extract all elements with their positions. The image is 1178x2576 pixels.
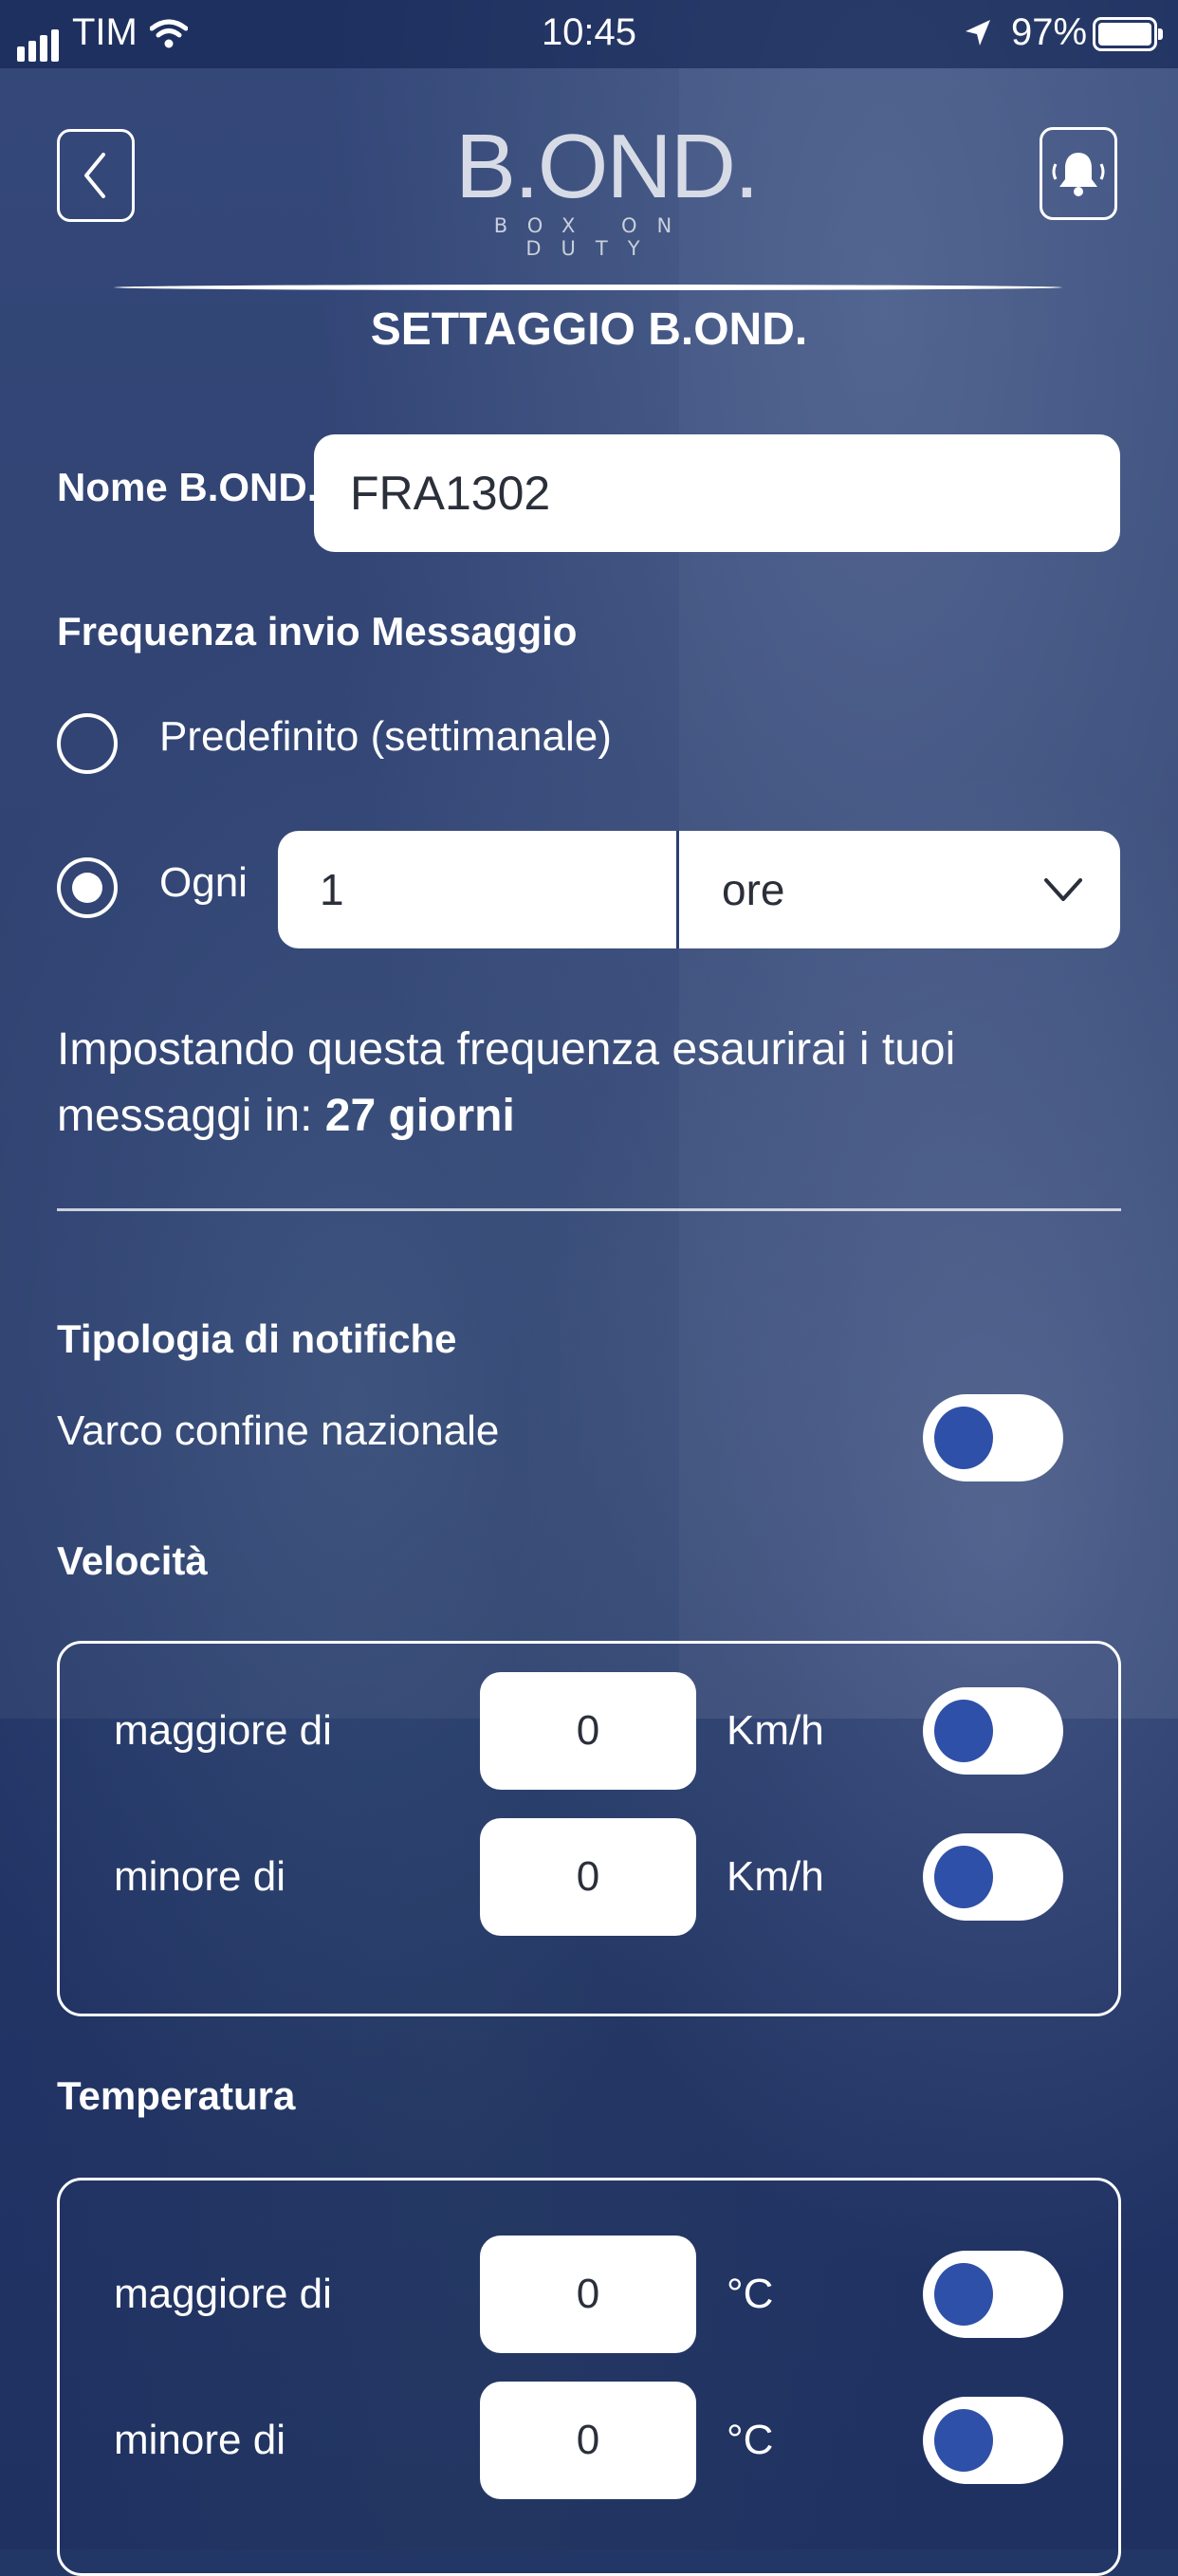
location-arrow-icon (966, 20, 990, 46)
radio-default-label: Predefinito (settimanale) (159, 713, 612, 760)
battery-percent: 97% (1011, 11, 1088, 53)
speed-less-input[interactable]: 0 (480, 1818, 696, 1936)
header-divider (114, 285, 1062, 290)
speed-less-unit: Km/h (727, 1853, 824, 1900)
bond-logo: B.OND. BOX ON DUTY (455, 116, 760, 261)
days-remaining: 27 giorni (324, 1090, 515, 1141)
speed-box: maggiore di 0 Km/h minore di 0 Km/h (57, 1641, 1121, 2016)
battery-icon (1093, 17, 1163, 51)
speed-less-toggle[interactable] (923, 1833, 1063, 1921)
back-button[interactable] (57, 129, 135, 222)
temperature-box: maggiore di 0 °C minore di 0 °C (57, 2178, 1121, 2576)
temperature-less-toggle[interactable] (923, 2397, 1063, 2484)
name-label: Nome B.OND. (57, 465, 319, 509)
temperature-greater-unit: °C (727, 2271, 774, 2317)
frequency-combo: 1 ore (278, 831, 1120, 948)
frequency-value-input[interactable]: 1 (320, 831, 344, 948)
border-crossing-toggle[interactable] (923, 1394, 1063, 1481)
radio-every[interactable] (57, 857, 118, 918)
radio-every-label: Ogni (159, 859, 248, 906)
temperature-label: Temperatura (57, 2073, 296, 2118)
chevron-left-icon (84, 153, 105, 198)
bell-ringing-icon (1052, 153, 1105, 196)
speed-greater-label: maggiore di (114, 1707, 332, 1754)
name-input[interactable]: FRA1302 (314, 434, 1120, 552)
border-crossing-label: Varco confine nazionale (57, 1408, 500, 1454)
page-title: SETTAGGIO B.OND. (370, 304, 808, 355)
radio-default[interactable] (57, 713, 118, 774)
clock: 10:45 (541, 11, 637, 53)
alarm-button[interactable] (1040, 127, 1117, 220)
speed-less-label: minore di (114, 1853, 285, 1900)
frequency-info-text: Impostando questa frequenza esaurirai i … (57, 1024, 956, 1141)
speed-greater-toggle[interactable] (923, 1687, 1063, 1775)
notifications-label: Tipologia di notifiche (57, 1316, 457, 1361)
temperature-less-unit: °C (727, 2417, 774, 2463)
section-divider (57, 1208, 1121, 1211)
speed-label: Velocità (57, 1538, 208, 1583)
frequency-label: Frequenza invio Messaggio (57, 609, 578, 653)
temperature-greater-toggle[interactable] (923, 2251, 1063, 2338)
status-bar: TIM 10:45 97% (0, 0, 1178, 68)
temperature-less-input[interactable]: 0 (480, 2382, 696, 2499)
temperature-less-label: minore di (114, 2417, 285, 2463)
chevron-down-icon[interactable] (1040, 873, 1086, 907)
frequency-unit-select[interactable]: ore (722, 831, 784, 948)
speed-greater-unit: Km/h (727, 1707, 824, 1754)
speed-greater-input[interactable]: 0 (480, 1672, 696, 1790)
temperature-greater-input[interactable]: 0 (480, 2236, 696, 2353)
temperature-greater-label: maggiore di (114, 2271, 332, 2317)
combo-divider (676, 831, 679, 948)
